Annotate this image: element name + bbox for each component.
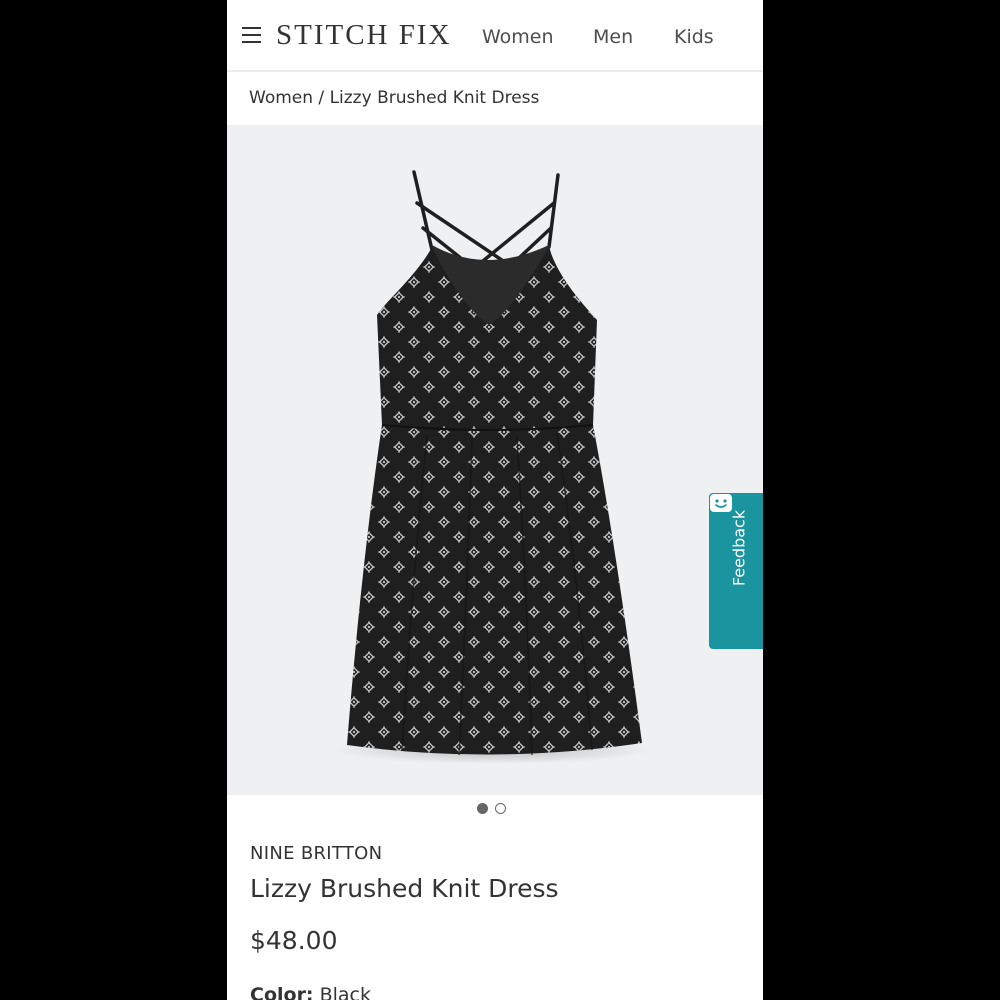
nav-link-women[interactable]: Women [482,26,554,48]
breadcrumb-link-women[interactable]: Women [249,88,313,108]
breadcrumb: Women / Lizzy Brushed Knit Dress [249,88,539,108]
feedback-tab[interactable]: Feedback [709,493,763,649]
hamburger-menu-icon[interactable] [242,27,261,44]
smiley-face-icon [710,494,732,512]
color-value: Black [319,984,371,1000]
product-image [333,170,653,764]
product-color: Color: Black [250,984,371,1000]
gallery-dot-1[interactable] [477,803,488,814]
stitch-fix-logo[interactable]: STITCH FIX [276,19,451,52]
nav-link-men[interactable]: Men [593,26,633,48]
product-title: Lizzy Brushed Knit Dress [250,874,559,903]
feedback-label: Feedback [729,509,749,587]
breadcrumb-separator: / [318,88,325,108]
product-price: $48.00 [250,926,338,955]
phone-screen: STITCH FIX Women Men Kids Women / Lizzy … [227,0,763,1000]
breadcrumb-current: Lizzy Brushed Knit Dress [329,88,540,108]
top-navigation: STITCH FIX Women Men Kids [227,0,763,72]
product-image-gallery[interactable]: Feedback [227,125,763,795]
color-label: Color: [250,984,314,1000]
gallery-dot-2[interactable] [495,803,506,814]
nav-link-kids[interactable]: Kids [674,26,714,48]
product-brand[interactable]: NINE BRITTON [250,843,382,864]
